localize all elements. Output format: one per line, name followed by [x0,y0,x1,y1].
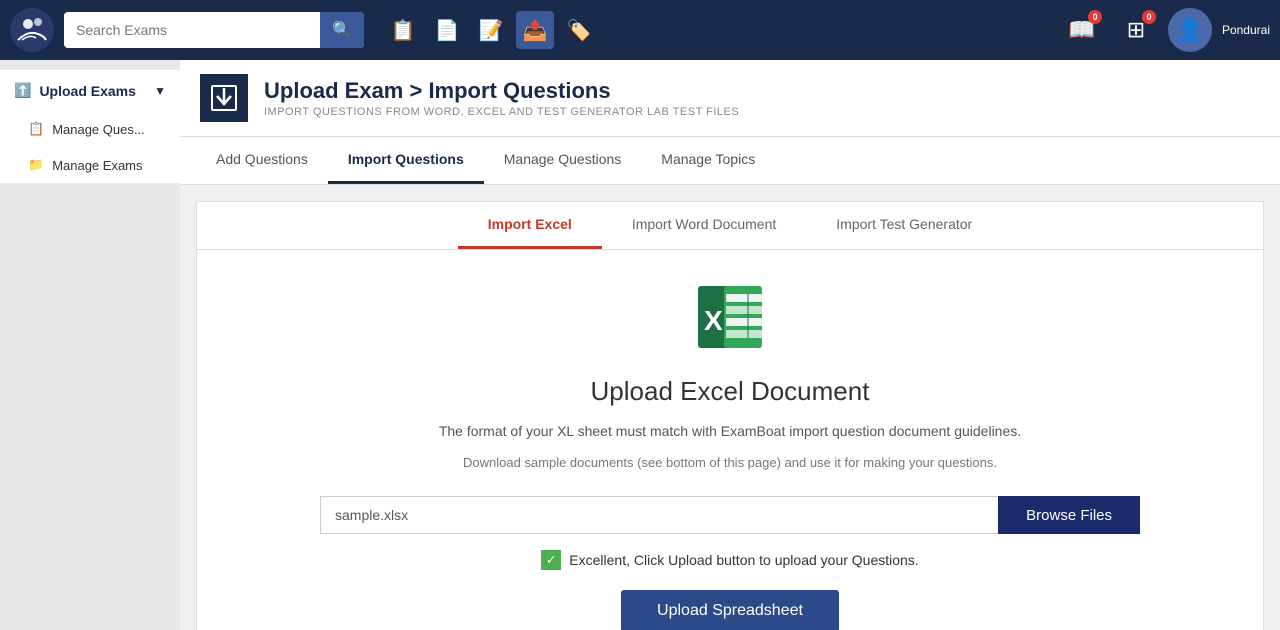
inner-tabs: Import Excel Import Word Document Import… [197,202,1263,250]
page-title: Upload Exam > Import Questions [264,78,739,104]
upload-title: Upload Excel Document [591,376,870,407]
success-check-icon: ✓ [541,550,561,570]
manage-exams-label: Manage Exams [52,158,142,173]
upload-note: Download sample documents (see bottom of… [463,455,997,470]
success-message: Excellent, Click Upload button to upload… [569,552,918,568]
search-button[interactable]: 🔍 [320,12,364,48]
grid-badge: 0 [1142,10,1156,24]
page-subtitle: IMPORT QUESTIONS FROM WORD, EXCEL AND TE… [264,106,739,118]
tabs-bar: Add Questions Import Questions Manage Qu… [180,137,1280,185]
sidebar-item-manage-ques[interactable]: 📋 Manage Ques... [0,111,180,147]
upload-area: X Upload Excel Document The format of yo… [197,250,1263,630]
nav-icon-clipboard[interactable]: 📋 [384,11,422,49]
logo[interactable] [10,8,54,52]
upload-spreadsheet-button[interactable]: Upload Spreadsheet [621,590,839,630]
browse-files-button[interactable]: Browse Files [998,496,1140,534]
tab-manage-questions[interactable]: Manage Questions [484,137,642,184]
file-input-row: Browse Files [320,496,1140,534]
upload-exams-icon: ⬆️ [14,82,31,99]
sidebar-sub: 📋 Manage Ques... 📁 Manage Exams [0,111,180,183]
upload-description: The format of your XL sheet must match w… [439,423,1021,439]
avatar[interactable]: 👤 [1168,8,1212,52]
tab-add-questions[interactable]: Add Questions [196,137,328,184]
nav-icon-list[interactable]: 📝 [472,11,510,49]
file-input[interactable] [320,496,998,534]
expand-arrow-icon: ▼ [154,84,166,98]
search-box: 🔍 [64,12,364,48]
manage-ques-label: Manage Ques... [52,122,145,137]
nav-icons: 📋 📄 📝 📤 🏷️ [384,11,598,49]
success-row: ✓ Excellent, Click Upload button to uplo… [541,550,918,570]
manage-ques-icon: 📋 [28,121,44,137]
nav-icon-upload[interactable]: 📤 [516,11,554,49]
svg-text:X: X [704,305,723,336]
excel-icon: X [690,280,770,360]
page-header-text: Upload Exam > Import Questions IMPORT QU… [264,78,739,118]
grid-icon[interactable]: ⊞ 0 [1114,8,1158,52]
page-header-icon [200,74,248,122]
main-content: Upload Exam > Import Questions IMPORT QU… [180,60,1280,630]
tab-import-excel[interactable]: Import Excel [458,202,602,249]
topnav: 🔍 📋 📄 📝 📤 🏷️ 📖 0 ⊞ 0 👤 Pondurai [0,0,1280,60]
right-icons: 📖 0 ⊞ 0 👤 Pondurai [1060,8,1270,52]
tab-import-questions[interactable]: Import Questions [328,137,484,184]
content-panel: Import Excel Import Word Document Import… [196,201,1264,630]
sidebar-item-upload-exams[interactable]: ⬆️ Upload Exams ▼ [0,70,180,111]
book-icon[interactable]: 📖 0 [1060,8,1104,52]
tab-manage-topics[interactable]: Manage Topics [641,137,775,184]
username: Pondurai [1222,23,1270,37]
sidebar: ⬆️ Upload Exams ▼ 📋 Manage Ques... 📁 Man… [0,60,180,630]
page-header: Upload Exam > Import Questions IMPORT QU… [180,60,1280,137]
tab-import-testgen[interactable]: Import Test Generator [806,202,1002,249]
search-input[interactable] [64,14,320,46]
upload-exams-label: Upload Exams [39,83,135,99]
nav-icon-doc[interactable]: 📄 [428,11,466,49]
nav-icon-tag[interactable]: 🏷️ [560,11,598,49]
sidebar-item-manage-exams[interactable]: 📁 Manage Exams [0,147,180,183]
manage-exams-icon: 📁 [28,157,44,173]
book-badge: 0 [1088,10,1102,24]
tab-import-word[interactable]: Import Word Document [602,202,806,249]
layout: ⬆️ Upload Exams ▼ 📋 Manage Ques... 📁 Man… [0,60,1280,630]
